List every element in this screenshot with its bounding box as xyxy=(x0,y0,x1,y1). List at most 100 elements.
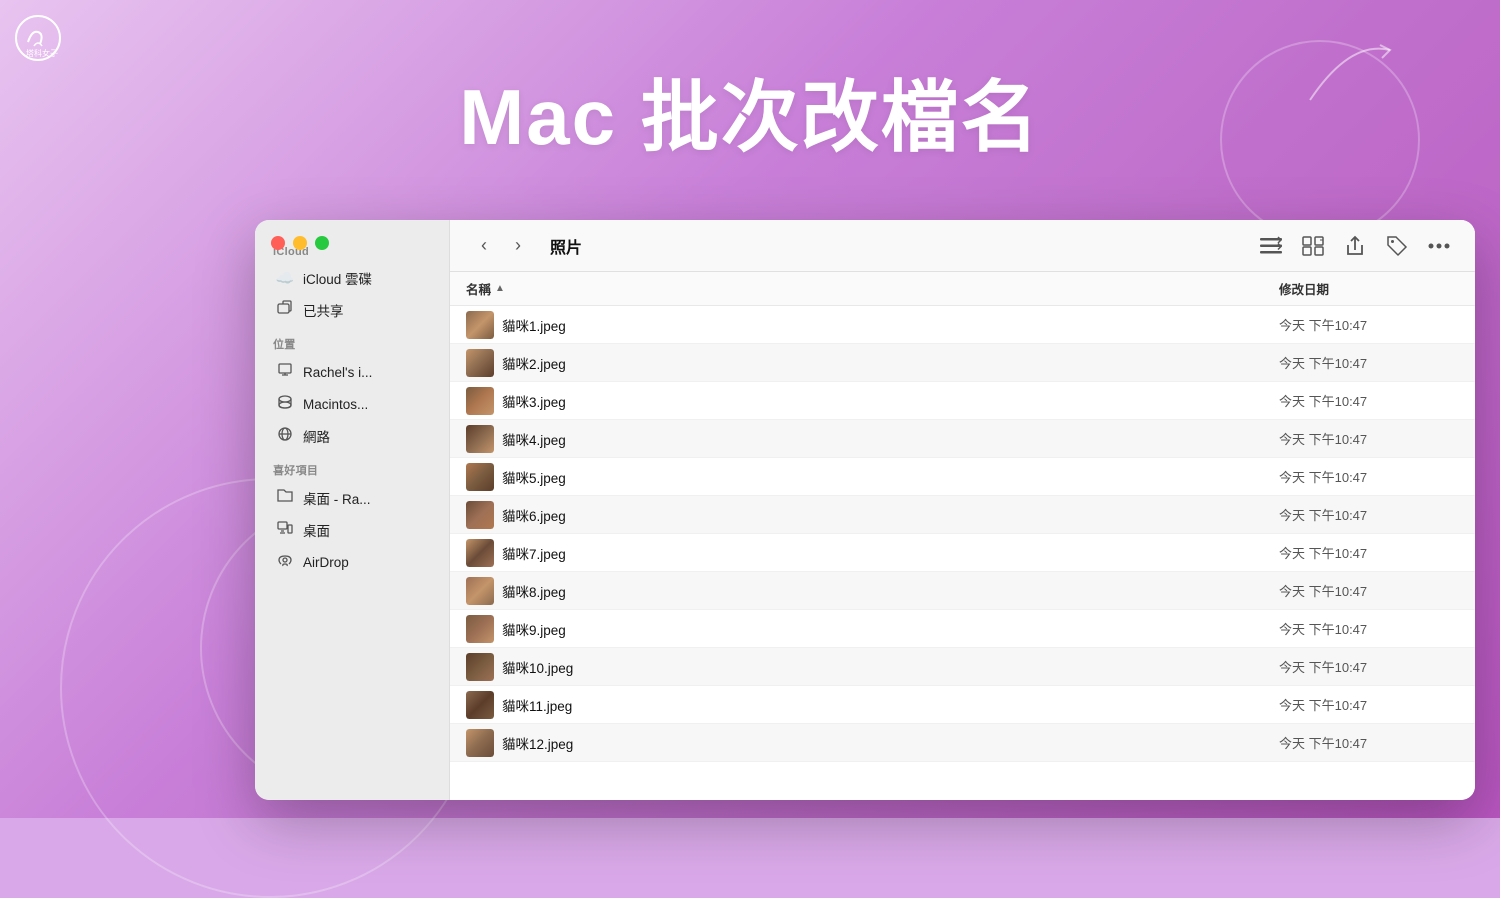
file-date: 今天 下午10:47 xyxy=(1279,467,1459,486)
toolbar-actions xyxy=(1255,230,1455,262)
sidebar-item-macintosh[interactable]: Macintos... xyxy=(261,389,443,419)
icloud-drive-icon: ☁️ xyxy=(275,269,295,287)
file-thumbnail xyxy=(466,425,494,453)
file-row[interactable]: 貓咪12.jpeg 今天 下午10:47 xyxy=(450,724,1475,762)
file-icon xyxy=(466,653,494,681)
file-row[interactable]: 貓咪4.jpeg 今天 下午10:47 xyxy=(450,420,1475,458)
file-name: 貓咪6.jpeg xyxy=(502,505,1279,525)
page-title: Mac 批次改檔名 xyxy=(0,55,1500,167)
file-name: 貓咪4.jpeg xyxy=(502,429,1279,449)
sidebar-section-location: 位置 xyxy=(255,326,449,356)
toolbar-path: 照片 xyxy=(550,234,1243,258)
file-date: 今天 下午10:47 xyxy=(1279,695,1459,714)
file-thumbnail xyxy=(466,539,494,567)
file-row[interactable]: 貓咪1.jpeg 今天 下午10:47 xyxy=(450,306,1475,344)
network-icon xyxy=(275,426,295,446)
file-date: 今天 下午10:47 xyxy=(1279,657,1459,676)
toolbar-nav: ‹ › xyxy=(470,232,532,260)
sidebar-item-desktop[interactable]: 桌面 xyxy=(261,515,443,545)
sidebar-label-desktop: 桌面 xyxy=(303,520,330,540)
file-icon xyxy=(466,501,494,529)
mac-icon xyxy=(275,362,295,382)
file-date: 今天 下午10:47 xyxy=(1279,315,1459,334)
toolbar: ‹ › 照片 xyxy=(450,220,1475,272)
file-row[interactable]: 貓咪8.jpeg 今天 下午10:47 xyxy=(450,572,1475,610)
file-name: 貓咪12.jpeg xyxy=(502,733,1279,753)
sidebar-label-shared: 已共享 xyxy=(303,300,344,320)
file-date: 今天 下午10:47 xyxy=(1279,619,1459,638)
file-icon xyxy=(466,691,494,719)
sort-arrow: ▲ xyxy=(495,283,505,294)
main-content: ‹ › 照片 xyxy=(450,220,1475,800)
file-thumbnail xyxy=(466,349,494,377)
sidebar-item-mac[interactable]: Rachel's i... xyxy=(261,357,443,387)
sidebar-item-airdrop[interactable]: AirDrop xyxy=(261,547,443,577)
file-name: 貓咪9.jpeg xyxy=(502,619,1279,639)
file-name: 貓咪8.jpeg xyxy=(502,581,1279,601)
file-thumbnail xyxy=(466,729,494,757)
file-thumbnail xyxy=(466,615,494,643)
back-button[interactable]: ‹ xyxy=(470,232,498,260)
file-name: 貓咪1.jpeg xyxy=(502,315,1279,335)
file-row[interactable]: 貓咪2.jpeg 今天 下午10:47 xyxy=(450,344,1475,382)
file-row[interactable]: 貓咪9.jpeg 今天 下午10:47 xyxy=(450,610,1475,648)
file-date: 今天 下午10:47 xyxy=(1279,505,1459,524)
sidebar-item-network[interactable]: 網路 xyxy=(261,421,443,451)
sidebar-label-airdrop: AirDrop xyxy=(303,555,349,570)
file-row[interactable]: 貓咪5.jpeg 今天 下午10:47 xyxy=(450,458,1475,496)
sidebar-item-shared[interactable]: 已共享 xyxy=(261,295,443,325)
file-icon xyxy=(466,729,494,757)
file-row[interactable]: 貓咪10.jpeg 今天 下午10:47 xyxy=(450,648,1475,686)
file-list-header: 名稱 ▲ 修改日期 xyxy=(450,272,1475,306)
file-row[interactable]: 貓咪11.jpeg 今天 下午10:47 xyxy=(450,686,1475,724)
sidebar-item-desktop-ra[interactable]: 桌面 - Ra... xyxy=(261,483,443,513)
share-button[interactable] xyxy=(1339,230,1371,262)
col-name-header[interactable]: 名稱 ▲ xyxy=(466,279,1279,298)
file-thumbnail xyxy=(466,311,494,339)
file-date: 今天 下午10:47 xyxy=(1279,429,1459,448)
file-date: 今天 下午10:47 xyxy=(1279,733,1459,752)
file-thumbnail xyxy=(466,501,494,529)
desktop-icon xyxy=(275,520,295,540)
file-name: 貓咪2.jpeg xyxy=(502,353,1279,373)
finder-window: iCloud ☁️ iCloud 雲碟 已共享 位置 Rachel xyxy=(255,220,1475,800)
sidebar-label-macintosh: Macintos... xyxy=(303,397,368,412)
file-name: 貓咪7.jpeg xyxy=(502,543,1279,563)
close-button[interactable] xyxy=(271,236,285,250)
forward-button[interactable]: › xyxy=(504,232,532,260)
more-options-button[interactable] xyxy=(1423,230,1455,262)
file-row[interactable]: 貓咪7.jpeg 今天 下午10:47 xyxy=(450,534,1475,572)
tag-button[interactable] xyxy=(1381,230,1413,262)
file-icon xyxy=(466,577,494,605)
sidebar-label-icloud-drive: iCloud 雲碟 xyxy=(303,268,372,288)
minimize-button[interactable] xyxy=(293,236,307,250)
col-date-header[interactable]: 修改日期 xyxy=(1279,279,1459,298)
file-icon xyxy=(466,425,494,453)
airdrop-icon xyxy=(275,552,295,572)
list-view-button[interactable] xyxy=(1255,230,1287,262)
file-row[interactable]: 貓咪6.jpeg 今天 下午10:47 xyxy=(450,496,1475,534)
window-controls xyxy=(271,236,329,250)
sidebar-item-icloud-drive[interactable]: ☁️ iCloud 雲碟 xyxy=(261,263,443,293)
file-row[interactable]: 貓咪3.jpeg 今天 下午10:47 xyxy=(450,382,1475,420)
file-name: 貓咪5.jpeg xyxy=(502,467,1279,487)
file-thumbnail xyxy=(466,577,494,605)
sidebar-label-network: 網路 xyxy=(303,426,330,446)
file-date: 今天 下午10:47 xyxy=(1279,581,1459,600)
file-thumbnail xyxy=(466,653,494,681)
disk-icon xyxy=(275,394,295,414)
file-date: 今天 下午10:47 xyxy=(1279,353,1459,372)
sidebar: iCloud ☁️ iCloud 雲碟 已共享 位置 Rachel xyxy=(255,220,450,800)
file-icon xyxy=(466,463,494,491)
file-icon xyxy=(466,349,494,377)
sidebar-label-mac: Rachel's i... xyxy=(303,365,372,380)
grid-view-button[interactable] xyxy=(1297,230,1329,262)
file-list: 貓咪1.jpeg 今天 下午10:47 貓咪2.jpeg 今天 下午10:47 … xyxy=(450,306,1475,800)
maximize-button[interactable] xyxy=(315,236,329,250)
file-thumbnail xyxy=(466,463,494,491)
file-thumbnail xyxy=(466,691,494,719)
file-name: 貓咪10.jpeg xyxy=(502,657,1279,677)
sidebar-section-favorites: 喜好項目 xyxy=(255,452,449,482)
file-name: 貓咪3.jpeg xyxy=(502,391,1279,411)
shared-icon xyxy=(275,300,295,320)
